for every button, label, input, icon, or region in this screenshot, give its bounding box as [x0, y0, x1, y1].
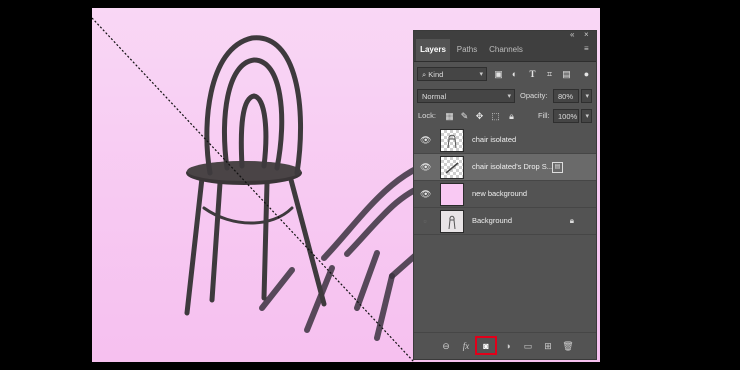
panel-menu-icon[interactable]: ≡ — [584, 45, 592, 53]
lock-image-icon[interactable]: ✎ — [459, 111, 470, 122]
tab-paths[interactable]: Paths — [452, 39, 482, 61]
blend-row: Normal ▾ Opacity: 80% ▾ — [414, 89, 596, 107]
opacity-value: 80% — [558, 92, 574, 101]
trash-icon[interactable]: 🗑︎ — [562, 340, 574, 352]
visibility-toggle[interactable]: ▫ — [420, 216, 430, 226]
adjustment-filter-icon[interactable]: ◐ — [509, 69, 520, 80]
filter-row: ⌕ Kind ▾ ▣ ◐ T ⌗ ▤ ● — [414, 67, 596, 85]
fill-value: 100% — [558, 112, 578, 121]
eye-icon[interactable]: 👁︎ — [420, 189, 431, 199]
opacity-dropdown[interactable]: ▾ — [581, 89, 592, 103]
blend-mode-select[interactable]: Normal ▾ — [417, 89, 515, 103]
fx-icon[interactable]: fx — [460, 340, 472, 352]
layer-thumbnail — [440, 183, 464, 206]
search-icon: ⌕ — [422, 70, 427, 79]
fill-field[interactable]: 100% — [553, 109, 579, 123]
layer-thumbnail — [440, 156, 464, 179]
shape-filter-icon[interactable]: ⌗ — [544, 69, 555, 80]
layer-name: chair isolated — [472, 135, 517, 144]
layer-row[interactable]: 👁︎ new background — [414, 181, 596, 208]
layer-thumbnail — [440, 210, 464, 233]
layer-name: Background — [472, 216, 513, 225]
kind-filter-select[interactable]: ⌕ Kind ▾ — [417, 67, 487, 81]
lock-label: Lock: — [418, 111, 436, 120]
chevron-down-icon: ▾ — [507, 93, 511, 100]
chevron-down-icon: ▾ — [585, 113, 589, 120]
lock-icon: 🔒︎ — [569, 216, 574, 225]
lock-position-icon[interactable]: ✥ — [474, 111, 485, 122]
layers-list: 👁︎ chair isolated 👁︎ chair isolated's Dr… — [414, 127, 596, 237]
eye-icon[interactable]: 👁︎ — [420, 135, 431, 145]
image-filter-icon[interactable]: ▣ — [493, 69, 504, 80]
lock-artboard-icon[interactable]: ⬚ — [490, 111, 501, 122]
panel-tabs: Layers Paths Channels ≡ — [414, 39, 596, 62]
layers-panel: « × Layers Paths Channels ≡ ⌕ Kind ▾ ▣ ◐… — [413, 30, 597, 360]
new-layer-icon[interactable]: ⊞ — [542, 340, 554, 352]
layer-name: chair isolated's Drop S... — [472, 162, 554, 171]
layers-bottom-toolbar: ⊖ fx ◙ ◑ ▭ ⊞ 🗑︎ — [414, 332, 596, 359]
close-icon[interactable]: × — [584, 30, 589, 39]
layer-row[interactable]: 👁︎ chair isolated's Drop S... ▤ — [414, 154, 596, 181]
lock-transparent-icon[interactable]: ▦ — [444, 111, 455, 122]
type-filter-icon[interactable]: T — [527, 69, 538, 80]
chevron-down-icon: ▾ — [479, 71, 483, 78]
smart-object-filter-icon[interactable]: ▤ — [561, 69, 572, 80]
collapse-icon[interactable]: « — [570, 30, 574, 39]
blend-mode-value: Normal — [422, 92, 447, 101]
filter-toggle-icon[interactable]: ● — [581, 69, 592, 80]
eye-icon[interactable]: 👁︎ — [420, 162, 431, 172]
lock-all-icon[interactable]: 🔒︎ — [506, 111, 517, 122]
opacity-label: Opacity: — [520, 91, 548, 100]
fill-label: Fill: — [538, 111, 550, 120]
layer-name: new background — [472, 189, 528, 198]
new-group-icon[interactable]: ▭ — [522, 340, 534, 352]
adjustment-layer-icon[interactable]: ◑ — [502, 340, 514, 352]
fill-dropdown[interactable]: ▾ — [581, 109, 592, 123]
highlight-box — [475, 336, 497, 355]
layer-row[interactable]: 👁︎ chair isolated — [414, 127, 596, 154]
panel-header-strip: « × — [414, 30, 596, 39]
opacity-field[interactable]: 80% — [553, 89, 579, 103]
chevron-down-icon: ▾ — [585, 93, 589, 100]
layer-row[interactable]: ▫ Background 🔒︎ — [414, 208, 596, 235]
lock-row: Lock: ▦ ✎ ✥ ⬚ 🔒︎ Fill: 100% ▾ — [414, 109, 596, 127]
layer-thumbnail — [440, 129, 464, 152]
tab-channels[interactable]: Channels — [484, 39, 528, 61]
smart-object-icon: ▤ — [552, 162, 563, 173]
tab-layers[interactable]: Layers — [416, 39, 450, 61]
link-layers-icon[interactable]: ⊖ — [440, 340, 452, 352]
kind-label: Kind — [428, 70, 444, 79]
